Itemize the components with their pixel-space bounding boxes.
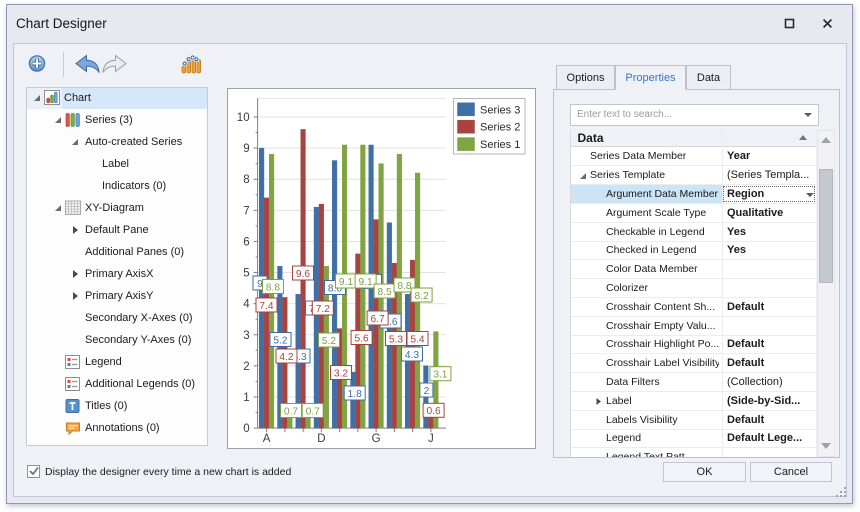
svg-text:8.8: 8.8 (397, 281, 411, 292)
svg-text:8.5: 8.5 (378, 287, 392, 298)
svg-text:J: J (428, 433, 434, 445)
svg-text:5.2: 5.2 (273, 335, 287, 346)
svg-text:8.8: 8.8 (266, 282, 280, 293)
svg-text:5.6: 5.6 (355, 333, 369, 344)
svg-text:9: 9 (243, 143, 249, 155)
svg-text:4.2: 4.2 (279, 352, 293, 363)
svg-text:A: A (263, 433, 271, 445)
svg-text:7: 7 (243, 205, 249, 217)
svg-text:7.2: 7.2 (316, 304, 330, 315)
svg-text:5: 5 (243, 268, 249, 280)
svg-text:5.2: 5.2 (322, 336, 336, 347)
svg-text:9.1: 9.1 (339, 277, 353, 288)
svg-text:1: 1 (243, 392, 249, 404)
svg-text:8.2: 8.2 (415, 291, 429, 302)
svg-text:4.3: 4.3 (405, 350, 419, 361)
svg-text:9.1: 9.1 (359, 277, 373, 288)
svg-text:Series 1: Series 1 (480, 139, 520, 151)
svg-text:4: 4 (243, 299, 250, 311)
svg-text:Series 3: Series 3 (480, 104, 520, 116)
svg-text:3: 3 (243, 330, 249, 342)
svg-text:3.2: 3.2 (334, 368, 348, 379)
svg-text:D: D (317, 433, 325, 445)
svg-text:8: 8 (243, 174, 249, 186)
svg-text:9.6: 9.6 (296, 269, 310, 280)
svg-text:5.4: 5.4 (410, 334, 424, 345)
svg-text:Series 2: Series 2 (480, 122, 520, 134)
svg-text:G: G (372, 433, 381, 445)
svg-text:3.1: 3.1 (433, 370, 447, 381)
svg-text:6: 6 (243, 236, 249, 248)
svg-text:0.7: 0.7 (306, 406, 320, 417)
svg-text:0.6: 0.6 (427, 406, 441, 417)
svg-text:0.7: 0.7 (284, 406, 298, 417)
svg-text:2: 2 (424, 386, 430, 397)
svg-text:5.3: 5.3 (389, 334, 403, 345)
svg-text:2: 2 (243, 361, 249, 373)
svg-text:6.7: 6.7 (371, 314, 385, 325)
svg-text:0: 0 (243, 423, 249, 435)
svg-text:10: 10 (237, 112, 250, 124)
svg-text:7.4: 7.4 (259, 301, 273, 312)
svg-text:1.8: 1.8 (348, 389, 362, 400)
